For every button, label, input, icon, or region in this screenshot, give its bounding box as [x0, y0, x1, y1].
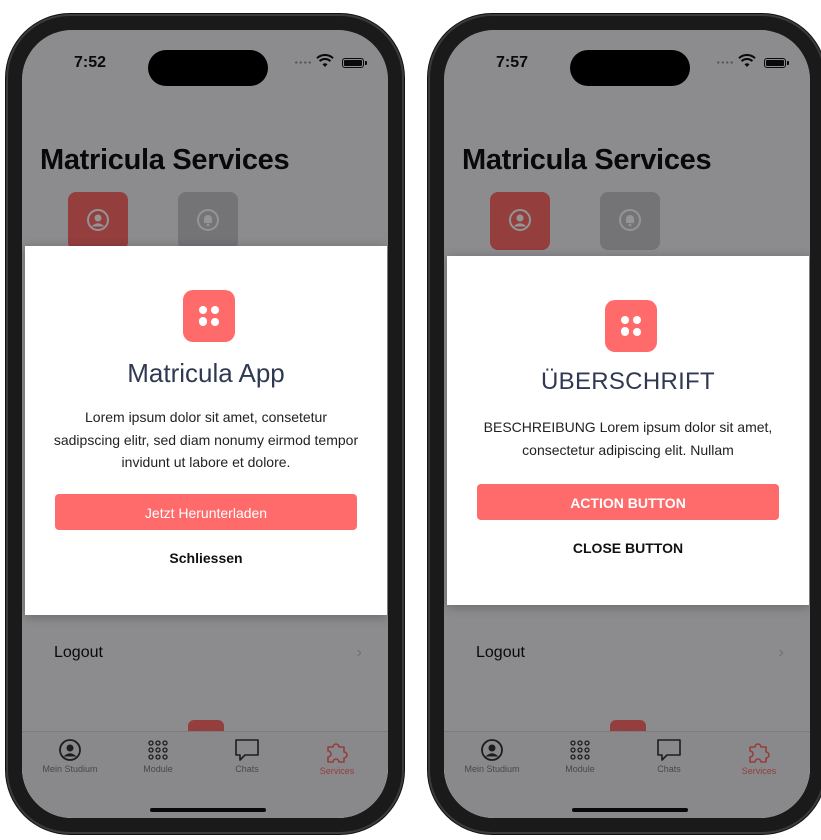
modal-title: ÜBERSCHRIFT: [541, 368, 715, 395]
modal-description: Lorem ipsum dolor sit amet, consetetur s…: [53, 409, 359, 470]
generic-modal: ÜBERSCHRIFT BESCHREIBUNG Lorem ipsum dol…: [447, 256, 809, 605]
modal-description: BESCHREIBUNG Lorem ipsum dolor sit amet,…: [483, 419, 773, 458]
matricula-logo-icon: [183, 290, 235, 342]
screen: 7:57 Matricula Services Logout › Mein St…: [444, 30, 810, 818]
action-button[interactable]: ACTION BUTTON: [477, 484, 779, 520]
phone-left: 7:52 Matricula Services Logout › Mein St…: [6, 14, 404, 834]
screen: 7:52 Matricula Services Logout › Mein St…: [22, 30, 388, 818]
close-button[interactable]: CLOSE BUTTON: [477, 534, 779, 562]
modal-title: Matricula App: [127, 358, 285, 388]
phone-right: 7:57 Matricula Services Logout › Mein St…: [428, 14, 821, 834]
download-button[interactable]: Jetzt Herunterladen: [55, 494, 357, 530]
close-button[interactable]: Schliessen: [55, 544, 357, 572]
app-promo-modal: Matricula App Lorem ipsum dolor sit amet…: [25, 246, 387, 615]
matricula-logo-icon: [605, 300, 657, 352]
